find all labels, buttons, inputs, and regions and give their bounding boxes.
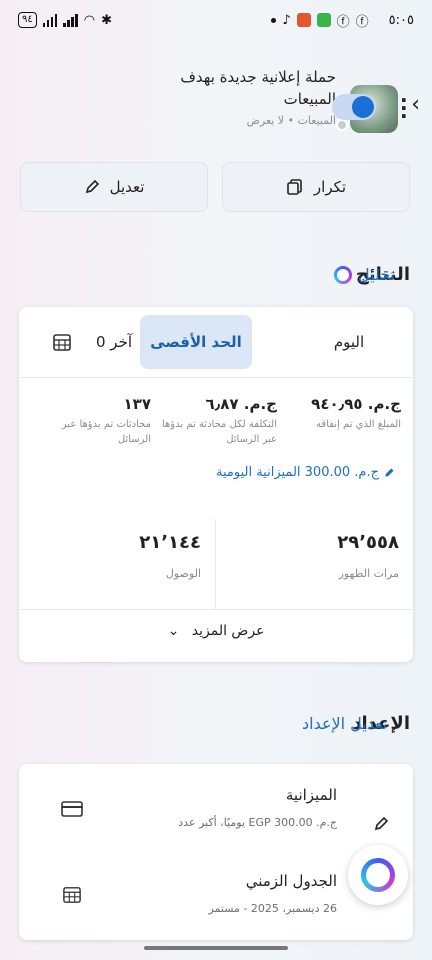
- more-divider: [19, 609, 413, 610]
- reach-value: ٢١٬١٤٤: [139, 532, 201, 553]
- calendar-icon: [63, 887, 81, 903]
- assistant-fab[interactable]: [348, 845, 408, 905]
- status-time: ٥:٠٥: [388, 12, 414, 28]
- campaign-subtitle: المبيعات • لا يعرض: [246, 114, 336, 127]
- analyze-label: تحليل: [358, 265, 396, 284]
- notification-dot-icon: [271, 17, 277, 23]
- schedule-title: الجدول الزمني: [245, 872, 337, 890]
- edit-budget-pencil-icon[interactable]: [373, 816, 389, 832]
- pencil-icon: [85, 179, 99, 194]
- tab-maximum[interactable]: الحد الأقصى: [140, 315, 252, 369]
- assistant-ring-icon: [361, 858, 395, 892]
- date-range-tabs: اليوم الحد الأقصى آخر 0: [19, 315, 413, 369]
- impressions-value: ٢٩٬٥٥٨: [337, 532, 399, 553]
- setup-card: الميزانية ج.م. EGP 300.00 يوميًا، أكبر ع…: [19, 764, 413, 940]
- daily-budget-text: ج.م. 300.00 الميزانية اليومية: [216, 465, 379, 480]
- home-indicator[interactable]: [144, 946, 288, 950]
- status-dot: [336, 119, 348, 131]
- metric-cost-label: التكلفة لكل محادثة تم بدؤها عبر الرسائل: [161, 419, 277, 445]
- tab-today[interactable]: اليوم: [293, 315, 405, 369]
- daily-budget-link[interactable]: ج.م. 300.00 الميزانية اليومية: [216, 465, 395, 480]
- campaign-header: › حملة إعلانية جديدة بهدف المبيعات المبي…: [0, 52, 432, 142]
- tab-other[interactable]: آخر 0: [79, 315, 149, 369]
- metric-cost-value: ج.م. ٦٫٨٧: [205, 395, 277, 413]
- show-more-label: عرض المزيد: [191, 623, 265, 639]
- back-chevron-icon[interactable]: ›: [411, 92, 420, 117]
- app-icon-orange: [296, 13, 311, 27]
- impressions-label: مرات الظهور: [338, 567, 399, 580]
- metric-spend-label: المبلغ الذي تم إنفاقه: [316, 419, 401, 430]
- budget-sub: ج.م. EGP 300.00 يوميًا، أكبر عدد: [178, 816, 337, 829]
- metric-conversations-label: محادثات تم بدؤها عبر الرسائل: [61, 419, 151, 445]
- results-card: اليوم الحد الأقصى آخر 0 ج.م. ٩٤٠٫٩٥ المب…: [19, 307, 413, 662]
- battery-icon: ٩٤: [18, 12, 37, 28]
- schedule-sub: 26 ديسمبر، 2025 - مستمر: [208, 902, 338, 915]
- metric-cost-per-conversation: ج.م. ٦٫٨٧ التكلفة لكل محادثة تم بدؤها عب…: [155, 395, 277, 447]
- impressions-stat: ٢٩٬٥٥٨ مرات الظهور: [219, 532, 399, 580]
- campaign-title: حملة إعلانية جديدة بهدف المبيعات: [180, 68, 336, 108]
- credit-card-icon: [61, 801, 83, 817]
- calendar-icon[interactable]: [45, 315, 79, 369]
- app-icon-green: [316, 13, 331, 27]
- reach-stat: ٢١٬١٤٤ الوصول: [21, 532, 201, 580]
- campaign-toggle[interactable]: [332, 94, 376, 120]
- budget-row[interactable]: الميزانية ج.م. EGP 300.00 يوميًا، أكبر ع…: [19, 786, 413, 856]
- signal-icon-2: [63, 13, 78, 27]
- repeat-button[interactable]: تكرار: [222, 162, 410, 212]
- status-bar: ٩٤ ◠ ✱ ♪ ⓕ ⓕ ٥:٠٥: [0, 0, 432, 40]
- metric-conversations-value: ١٣٧: [123, 395, 151, 413]
- bluetooth-icon: ✱: [101, 12, 112, 28]
- facebook-icon: ⓕ: [336, 14, 350, 30]
- chevron-down-icon: ⌄: [167, 623, 180, 639]
- edit-setup-link[interactable]: تعديل الإعداد: [302, 714, 387, 733]
- pencil-icon: [385, 468, 394, 477]
- wifi-icon: ◠: [83, 12, 96, 28]
- metric-conversations: ١٣٧ محادثات تم بدؤها عبر الرسائل: [29, 395, 151, 447]
- more-options-icon[interactable]: · · ·: [400, 90, 408, 126]
- edit-label: تعديل: [109, 178, 145, 196]
- analyze-ring-icon: [334, 266, 352, 284]
- repeat-label: تكرار: [313, 178, 347, 196]
- metric-spend: ج.م. ٩٤٠٫٩٥ المبلغ الذي تم إنفاقه: [279, 395, 401, 432]
- tiktok-icon: ♪: [282, 12, 291, 28]
- facebook-icon-2: ⓕ: [355, 14, 369, 30]
- edit-button[interactable]: تعديل: [20, 162, 208, 212]
- stats-divider: [215, 519, 216, 609]
- show-more-button[interactable]: عرض المزيد ⌄: [19, 623, 413, 639]
- copy-icon: [287, 179, 302, 195]
- signal-icon: [42, 13, 58, 27]
- budget-title: الميزانية: [285, 786, 337, 804]
- reach-label: الوصول: [165, 567, 201, 580]
- analyze-link[interactable]: تحليل: [334, 265, 395, 284]
- metric-spend-value: ج.م. ٩٤٠٫٩٥: [311, 395, 401, 413]
- tabs-divider: [19, 377, 413, 378]
- toggle-knob: [352, 96, 374, 118]
